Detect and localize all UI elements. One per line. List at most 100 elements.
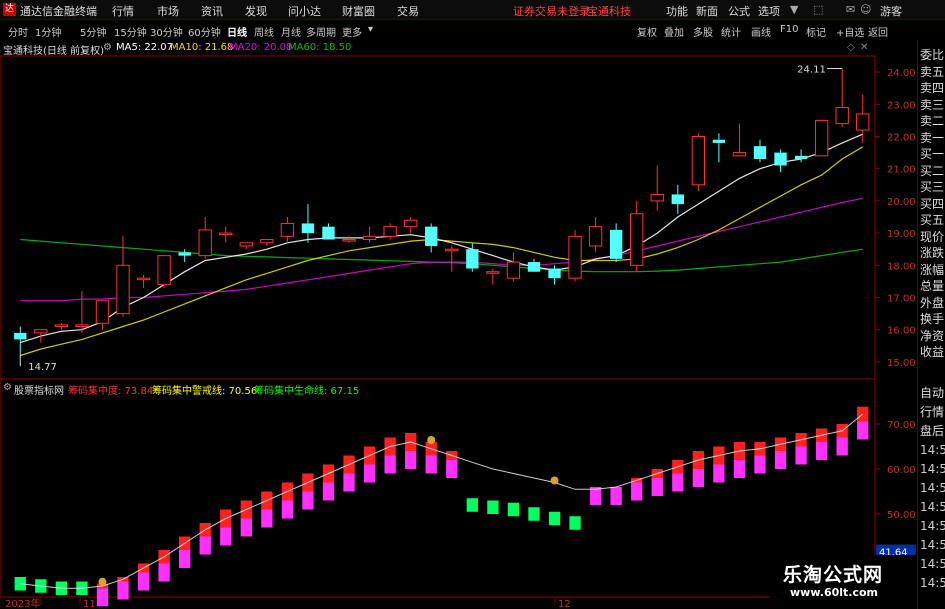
period-more[interactable]: 更多: [342, 24, 362, 39]
btn-back[interactable]: 返回: [868, 24, 888, 39]
price-axis-label: 22.00: [887, 133, 916, 144]
candle-body-up: [486, 271, 500, 274]
btn-statistics[interactable]: 统计: [721, 24, 741, 39]
settings-gear-icon[interactable]: ⚙: [103, 42, 112, 53]
indicator-bar-magenta: [425, 455, 437, 474]
btn-mark[interactable]: 标记: [806, 24, 826, 39]
menu-new-page[interactable]: 新面: [696, 3, 718, 19]
price-axis-label: 20.00: [887, 197, 916, 208]
sidebar-row: 卖五: [920, 64, 945, 79]
diamond-icon[interactable]: ◇: [847, 42, 855, 53]
price-axis-label: 19.00: [887, 229, 916, 240]
period-60min[interactable]: 60分钟: [188, 24, 221, 39]
period-weekly[interactable]: 周线: [254, 24, 274, 39]
menu-quotes[interactable]: 行情: [112, 3, 134, 19]
indicator-lifeline-label: 筹码集中生命线: 67.15: [254, 386, 360, 397]
indicator-bar-magenta: [220, 527, 232, 546]
trade-login-status[interactable]: 证券交易未登录: [513, 3, 590, 19]
indicator-line: [20, 413, 864, 589]
period-5min[interactable]: 5分钟: [80, 24, 106, 39]
indicator-bar-magenta: [158, 563, 170, 582]
low-price-label: 14.77: [28, 362, 57, 373]
btn-f10[interactable]: F10: [780, 24, 798, 35]
menu-function[interactable]: 功能: [666, 3, 688, 19]
indicator-axis-label: 60.00: [887, 465, 916, 476]
sidebar-row: 收益: [920, 345, 945, 359]
indicator-settings-icon[interactable]: ⚙: [3, 382, 12, 393]
indicator-bar-magenta: [795, 446, 807, 465]
period-intraday[interactable]: 分时: [8, 24, 28, 39]
sidebar-row: 卖二: [920, 114, 945, 128]
user-badge-icon[interactable]: ⬚: [813, 3, 823, 16]
sidebar-tick-row: 14:5: [920, 538, 945, 552]
candle-body-up: [95, 300, 110, 324]
indicator-bar-magenta: [651, 478, 663, 496]
app-title: 通达信金融终端: [20, 5, 97, 18]
menu-options[interactable]: 选项: [758, 3, 780, 19]
indicator-panel-frame: [0, 378, 876, 598]
sidebar-row: 外盘: [920, 295, 945, 310]
candle-body-up: [116, 264, 130, 315]
more-dropdown-icon[interactable]: ▾: [368, 24, 373, 35]
period-30min[interactable]: 30分钟: [150, 24, 183, 39]
panel-close-icon[interactable]: ✕: [860, 42, 868, 53]
watermark-title: 乐淘公式网: [783, 564, 884, 586]
user-icon[interactable]: ☺: [860, 3, 871, 16]
ma60-line: [20, 238, 863, 273]
price-panel-header: 宝通科技(日线 前复权) ⚙ MA5: 22.07 MA10: 21.68 MA…: [0, 40, 875, 57]
candle-body-down: [466, 249, 479, 269]
indicator-name[interactable]: 股票指标网: [14, 382, 64, 397]
period-15min[interactable]: 15分钟: [114, 24, 147, 39]
btn-multi-stock[interactable]: 多股: [693, 24, 713, 39]
period-daily[interactable]: 日线: [227, 24, 247, 39]
indicator-bar-green: [528, 507, 540, 521]
indicator-bar-green: [487, 500, 499, 514]
indicator-bar-magenta: [631, 482, 643, 501]
menu-discover[interactable]: 发现: [245, 3, 267, 19]
indicator-bar-magenta: [261, 509, 273, 528]
message-icon[interactable]: ✉: [846, 3, 855, 16]
menu-formula[interactable]: 公式: [728, 3, 750, 19]
menu-news[interactable]: 资讯: [201, 3, 223, 19]
candle-body-down: [14, 332, 27, 340]
menu-market[interactable]: 市场: [157, 3, 179, 19]
guest-label[interactable]: 游客: [880, 3, 902, 19]
sidebar-row: 总量: [920, 279, 945, 293]
candle-body-down: [609, 229, 623, 259]
candle-body-up: [136, 277, 151, 281]
sidebar-row: 买二: [920, 163, 945, 178]
btn-adjust[interactable]: 复权: [637, 24, 657, 39]
candle-body-down: [301, 223, 315, 234]
period-multi[interactable]: 多周期: [306, 24, 336, 39]
candle-body-down: [753, 146, 767, 160]
indicator-bar-magenta: [446, 460, 458, 478]
price-axis-label: 23.00: [887, 100, 916, 111]
sidebar-tick-row: 14:5: [920, 576, 945, 590]
indicator-bar-magenta: [281, 500, 294, 519]
menu-trade[interactable]: 交易: [397, 3, 419, 19]
period-1min[interactable]: 1分钟: [35, 24, 61, 39]
ma60-label: MA60: 18.50: [288, 42, 352, 53]
indicator-bar-magenta: [815, 442, 828, 460]
sidebar-row: 买三: [920, 180, 945, 194]
candle-body-up: [856, 113, 870, 131]
menu-dropdown-icon[interactable]: ▼: [790, 3, 798, 16]
period-monthly[interactable]: 月线: [281, 24, 301, 39]
menu-wealth-circle[interactable]: 财富圈: [342, 3, 375, 19]
candle-body-down: [548, 268, 561, 279]
btn-draw[interactable]: 画线: [751, 24, 771, 39]
indicator-bar-magenta: [363, 464, 376, 483]
btn-overlay[interactable]: 叠加: [664, 24, 684, 39]
price-axis-label: 24.00: [887, 68, 916, 79]
sidebar-row: 买五: [920, 213, 945, 227]
menu-ask[interactable]: 问小达: [288, 3, 321, 19]
indicator-warning-label: 筹码集中警戒线: 70.56: [152, 386, 258, 397]
indicator-bar-magenta: [179, 550, 191, 568]
candle-body-up: [568, 235, 582, 279]
sidebar-tick-row: 14:5: [920, 443, 945, 457]
chart-canvas[interactable]: 24.00 23.00 22.00 21.00 20.00 19.00 18.00 17.00…: [0, 0, 945, 609]
indicator-bar-magenta: [672, 473, 684, 492]
sidebar-row: 涨幅: [920, 262, 945, 277]
btn-add-watchlist[interactable]: +自选: [836, 24, 864, 39]
price-axis-label: 15.00: [887, 358, 916, 369]
